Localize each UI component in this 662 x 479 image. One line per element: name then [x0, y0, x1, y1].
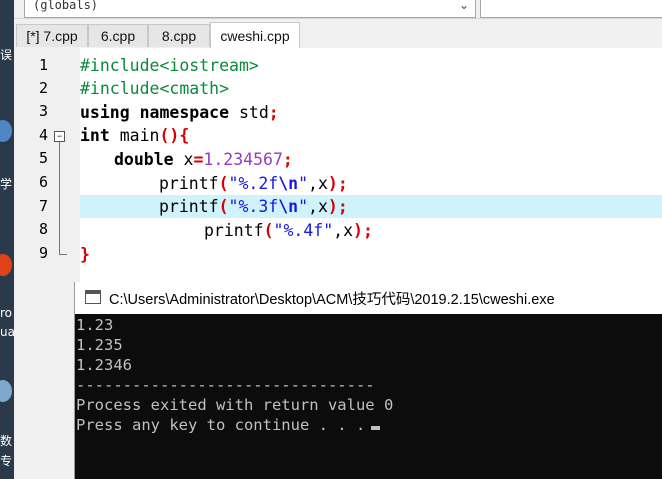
preprocessor-directive: #include<cmath> [80, 79, 230, 98]
code-line-7: printf("%.3f\n",x); [80, 195, 348, 218]
text-cursor [371, 426, 381, 430]
line-number: 5 [38, 149, 48, 167]
string-literal: "%.3f [228, 197, 279, 216]
line-number: 3 [38, 102, 48, 120]
desktop-text-fragment: 数 [0, 434, 13, 448]
argument: ,x [308, 197, 328, 216]
operator: ); [327, 197, 348, 216]
globals-dropdown[interactable]: (globals) ⌄ [24, 0, 476, 18]
code-line-9: } [80, 243, 90, 266]
function-name: printf [159, 197, 219, 216]
argument: ,x [308, 174, 328, 193]
console-output-line: 1.235 [76, 336, 123, 354]
line-number: 4 [38, 126, 48, 144]
escape-sequence: \n [278, 197, 299, 216]
escape-sequence: \n [278, 174, 299, 193]
line-number-gutter: 1 2 3 4 5 6 7 8 9 − [14, 48, 80, 479]
globals-dropdown-value: (globals) [33, 0, 99, 12]
closing-brace: } [80, 245, 90, 264]
members-dropdown[interactable] [480, 0, 662, 18]
string-literal: "%.2f [228, 174, 279, 193]
preprocessor-directive: #include<iostream> [80, 56, 259, 75]
desktop-text-fragment: 学 [0, 177, 13, 191]
code-line-2: #include<cmath> [80, 77, 229, 100]
number-literal: 1.234567 [203, 150, 283, 169]
operator: ( [218, 174, 229, 193]
semicolon: ; [282, 150, 293, 169]
keyword: using namespace [80, 103, 230, 122]
fold-guide-line [59, 142, 60, 254]
console-prompt-line: Press any key to continue . . . [76, 416, 381, 434]
code-line-4: int main(){ [80, 124, 189, 147]
desktop-text-fragment: 误 [0, 48, 13, 62]
function-name: printf [159, 174, 219, 193]
operator: ( [218, 197, 229, 216]
console-title-bar[interactable]: C:\Users\Administrator\Desktop\ACM\技巧代码\… [75, 282, 662, 314]
keyword: int [80, 126, 110, 145]
console-title: C:\Users\Administrator\Desktop\ACM\技巧代码\… [109, 292, 555, 308]
tab-cweshi-cpp[interactable]: cweshi.cpp [210, 22, 300, 49]
console-output-line: 1.2346 [76, 356, 132, 374]
desktop-text-fragment: ro [0, 306, 13, 320]
desktop-icon [0, 254, 12, 276]
keyword: double [114, 150, 174, 169]
identifier: x [173, 150, 194, 169]
semicolon: ; [268, 103, 279, 122]
function-name: printf [204, 221, 264, 240]
line-number: 1 [38, 56, 48, 74]
code-line-1: #include<iostream> [80, 54, 259, 77]
string-literal: "%.4f" [273, 221, 334, 240]
line-number: 6 [38, 173, 48, 191]
console-window[interactable]: C:\Users\Administrator\Desktop\ACM\技巧代码\… [74, 282, 662, 479]
console-prompt-text: Press any key to continue . . . [76, 416, 366, 434]
console-output-area[interactable]: 1.23 1.235 1.2346 ----------------------… [75, 314, 662, 479]
code-line-5: double x=1.234567; [80, 148, 293, 171]
fold-guide-end [59, 254, 67, 255]
operator: ( [263, 221, 274, 240]
argument: ,x [333, 221, 354, 240]
tab-8-cpp[interactable]: 8.cpp [148, 24, 210, 47]
desktop-text-fragment: ua [0, 325, 14, 339]
code-line-6: printf("%.2f\n",x); [80, 172, 348, 195]
line-number: 9 [38, 244, 48, 262]
code-line-3: using namespace std; [80, 101, 279, 124]
operator: (){ [159, 126, 190, 145]
string-literal: " [298, 197, 309, 216]
tab-7-cpp[interactable]: [*] 7.cpp [16, 24, 88, 47]
console-output-line: Process exited with return value 0 [76, 396, 394, 414]
desktop-text-fragment: 专 [0, 454, 13, 468]
console-separator: -------------------------------- [76, 376, 375, 394]
desktop-icon [0, 120, 12, 142]
chevron-down-icon[interactable]: ⌄ [459, 0, 469, 12]
desktop-background-strip: 误 学 ro ua 数 专 [0, 0, 14, 479]
tab-6-cpp[interactable]: 6.cpp [88, 24, 148, 47]
editor-tab-bar: [*] 7.cpp 6.cpp 8.cpp cweshi.cpp [14, 22, 662, 49]
operator: ); [327, 174, 348, 193]
desktop-icon [0, 380, 12, 402]
identifier: std [229, 103, 269, 122]
line-number: 7 [38, 197, 48, 215]
operator: ); [353, 221, 373, 240]
line-number: 2 [38, 79, 48, 97]
line-number: 8 [38, 220, 48, 238]
identifier: main [109, 126, 160, 145]
fold-collapse-icon[interactable]: − [54, 131, 65, 142]
string-literal: " [298, 174, 309, 193]
console-output-line: 1.23 [76, 316, 114, 334]
operator: = [193, 150, 204, 169]
console-app-icon [85, 290, 101, 304]
class-browser-toolbar: (globals) ⌄ [14, 0, 662, 19]
code-line-8: printf("%.4f",x); [80, 219, 373, 242]
